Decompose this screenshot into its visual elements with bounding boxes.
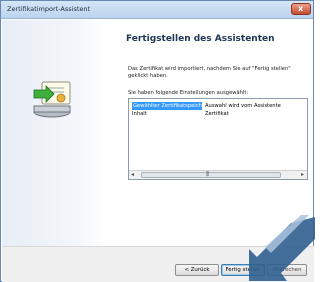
- wizard-side-panel: [2, 20, 106, 246]
- scroll-left-icon[interactable]: ◂: [131, 171, 134, 178]
- finish-button[interactable]: Fertig stellen: [221, 264, 265, 276]
- back-button[interactable]: < Zurück: [175, 264, 219, 276]
- window-title: Zertifikatimport-Assistent: [7, 5, 91, 13]
- page-title: Fertigstellen des Assistenten: [126, 34, 275, 44]
- settings-list[interactable]: Gewählter Zertifikatspeicher Auswahl wir…: [128, 98, 308, 180]
- setting-value: Auswahl wird vom Assistente: [205, 103, 281, 109]
- wizard-certificate-icon: [33, 81, 71, 118]
- title-bar[interactable]: Zertifikatimport-Assistent x: [1, 1, 313, 19]
- dialog-window: Zertifikatimport-Assistent x Fertigstell…: [0, 0, 315, 282]
- cancel-button[interactable]: Abbrechen: [267, 264, 307, 276]
- list-item[interactable]: Gewählter Zertifikatspeicher Auswahl wir…: [132, 102, 310, 110]
- scrollbar-thumb[interactable]: |||: [141, 171, 281, 178]
- setting-name: Gewählter Zertifikatspeicher: [132, 102, 202, 110]
- close-button[interactable]: x: [291, 3, 311, 15]
- list-item[interactable]: Inhalt Zertifikat: [132, 110, 310, 118]
- grip-icon: |||: [206, 171, 209, 177]
- horizontal-scrollbar[interactable]: ◂ ||| ▸: [129, 170, 307, 179]
- scroll-right-icon[interactable]: ▸: [301, 171, 304, 178]
- close-icon: x: [298, 4, 304, 13]
- settings-label: Sie haben folgende Einstellungen ausgewä…: [128, 90, 249, 96]
- setting-value: Zertifikat: [205, 111, 229, 117]
- description-text: Das Zertifikat wird importiert, nachdem …: [128, 66, 291, 79]
- setting-name: Inhalt: [132, 111, 147, 117]
